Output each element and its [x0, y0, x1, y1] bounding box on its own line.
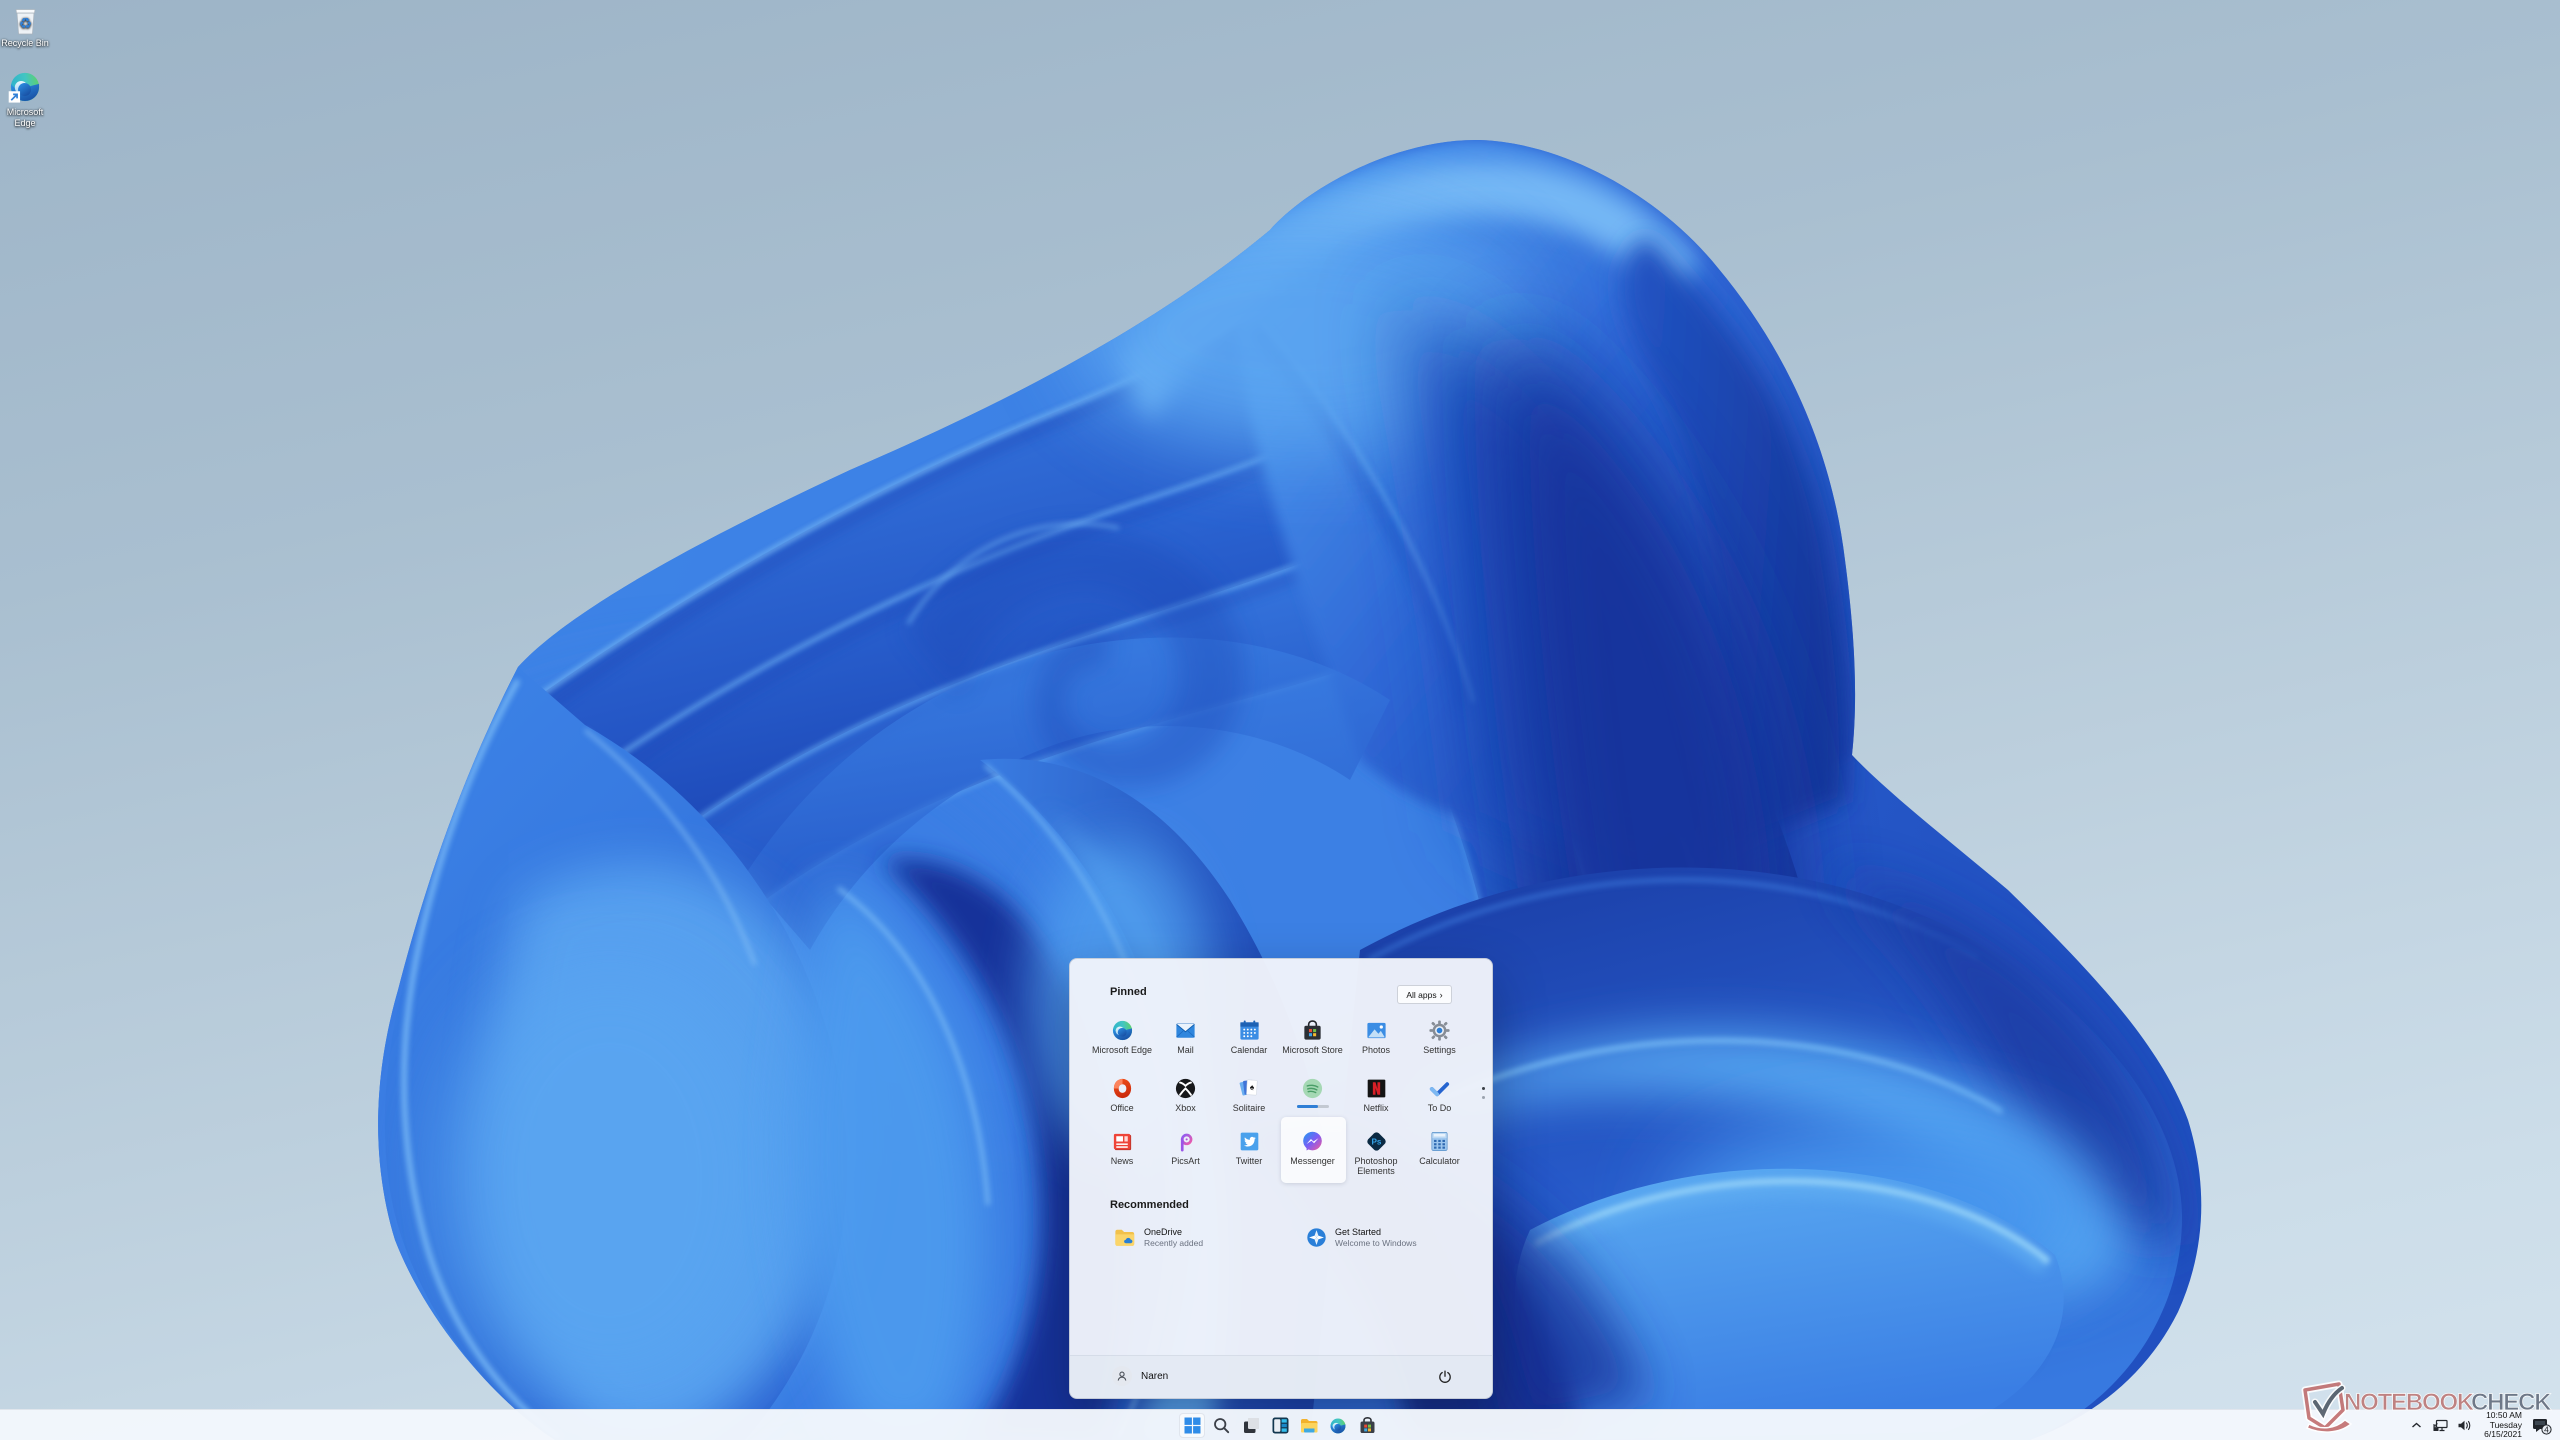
svg-text:CHECK: CHECK	[2471, 1389, 2552, 1416]
svg-text:NOTEBOOK: NOTEBOOK	[2344, 1389, 2475, 1416]
svg-text:Ps: Ps	[1371, 1138, 1381, 1147]
svg-text:♻: ♻	[18, 16, 31, 33]
